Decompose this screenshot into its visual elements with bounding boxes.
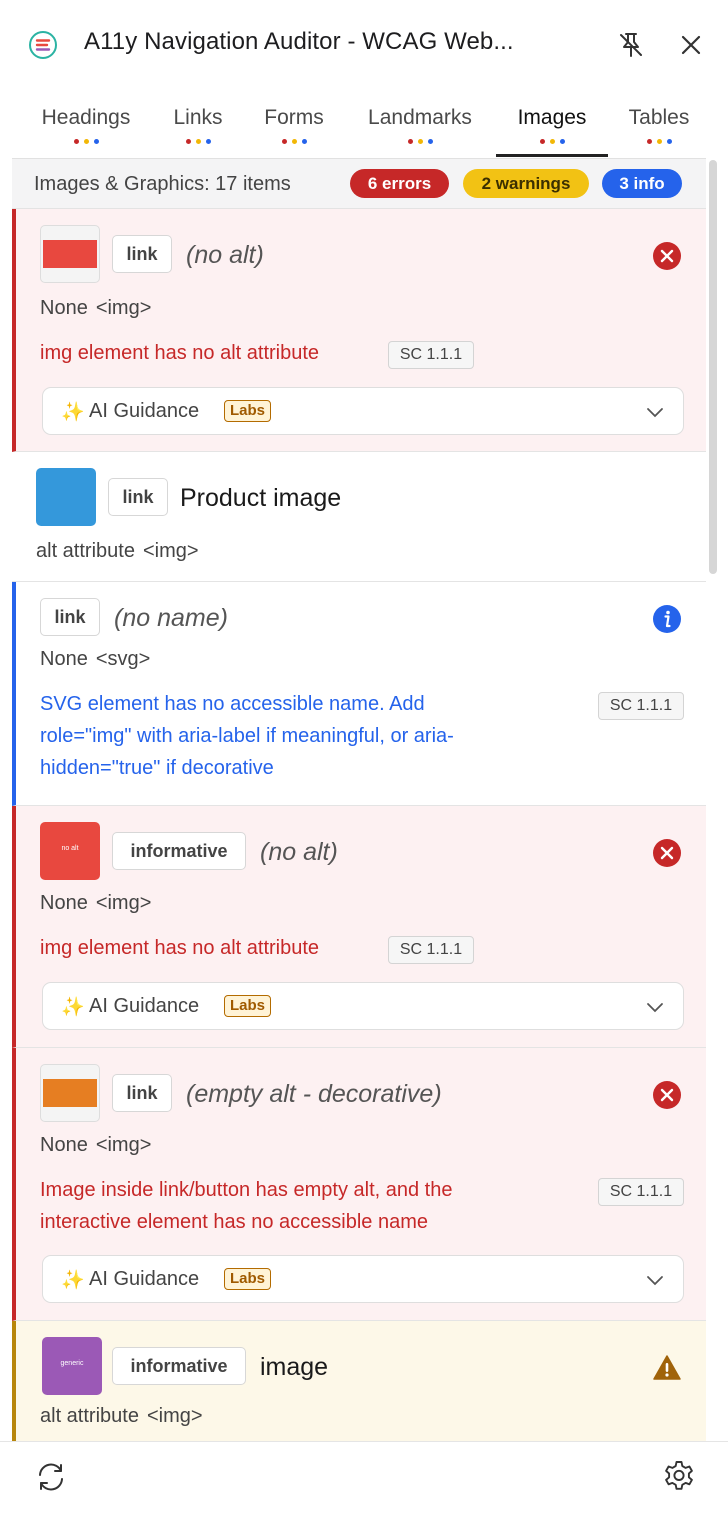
image-thumbnail xyxy=(36,468,96,526)
role-tag: link xyxy=(112,235,172,273)
sparkle-icon: ✨ xyxy=(61,402,85,423)
warning-count-badge[interactable]: 2 warnings xyxy=(463,169,589,198)
tab-links[interactable]: Links xyxy=(160,96,236,156)
error-count-badge[interactable]: 6 errors xyxy=(350,169,449,198)
issue-message: Image inside link/button has empty alt, … xyxy=(40,1179,453,1233)
tab-landmarks[interactable]: Landmarks xyxy=(352,96,488,156)
list-logo-icon xyxy=(29,31,57,59)
tab-bar: Headings Links Forms Landmarks Images Ta… xyxy=(0,96,728,158)
footer xyxy=(0,1441,728,1520)
ai-guidance-toggle[interactable]: ✨ AI Guidance Labs xyxy=(42,387,684,435)
item-name: Product image xyxy=(180,484,342,512)
item-meta: alt attribute <img> xyxy=(36,540,199,562)
item-meta: alt attribute <img> xyxy=(40,1405,203,1427)
sc-reference: SC 1.1.1 xyxy=(598,692,684,720)
labs-badge: Labs xyxy=(224,1268,272,1290)
list-item[interactable]: link (no name) None <svg> SVG element has… xyxy=(12,582,706,806)
ai-guidance-toggle[interactable]: ✨ AI Guidance Labs xyxy=(42,982,684,1030)
labs-badge: Labs xyxy=(224,995,272,1017)
results-panel: Images & Graphics: 17 items 6 errors 2 w… xyxy=(12,158,706,1441)
tab-tables[interactable]: Tables xyxy=(618,96,700,156)
warning-icon xyxy=(653,1355,681,1380)
info-count-badge[interactable]: 3 info xyxy=(602,169,682,198)
severity-dots xyxy=(618,139,700,144)
labs-badge: Labs xyxy=(224,400,272,422)
sparkle-icon: ✨ xyxy=(61,1270,85,1291)
item-meta: None <svg> xyxy=(40,648,151,670)
issue-message: img element has no alt attribute xyxy=(40,937,320,959)
list-item[interactable]: link Product image alt attribute <img> xyxy=(12,452,706,582)
item-name: (no name) xyxy=(114,604,228,632)
gear-icon[interactable] xyxy=(662,1459,696,1493)
role-tag: link xyxy=(40,598,100,636)
error-icon xyxy=(653,1081,681,1109)
issue-message: SVG element has no accessible name. Add … xyxy=(40,693,454,779)
summary-bar: Images & Graphics: 17 items 6 errors 2 w… xyxy=(12,159,706,209)
info-icon xyxy=(653,605,681,633)
sc-reference: SC 1.1.1 xyxy=(598,1178,684,1206)
tab-forms[interactable]: Forms xyxy=(254,96,334,156)
image-thumbnail xyxy=(40,225,100,283)
chevron-down-icon xyxy=(647,1276,663,1286)
active-tab-indicator xyxy=(496,154,608,157)
role-tag: link xyxy=(108,478,168,516)
list-item[interactable]: generic informative image alt attribute <… xyxy=(12,1321,706,1441)
error-icon xyxy=(653,839,681,867)
severity-dots xyxy=(254,139,334,144)
chevron-down-icon xyxy=(647,408,663,418)
severity-dots xyxy=(30,139,142,144)
list-item[interactable]: link (empty alt - decorative) None <img> … xyxy=(12,1048,706,1321)
issue-message: img element has no alt attribute xyxy=(40,342,320,364)
close-icon[interactable] xyxy=(674,28,708,62)
sparkle-icon: ✨ xyxy=(61,997,85,1018)
item-name: (no alt) xyxy=(186,241,264,269)
tab-images[interactable]: Images xyxy=(496,96,608,156)
unpin-icon[interactable] xyxy=(614,28,648,62)
sc-reference: SC 1.1.1 xyxy=(388,936,474,964)
image-thumbnail: generic xyxy=(42,1337,102,1395)
severity-dots xyxy=(160,139,236,144)
header: A11y Navigation Auditor - WCAG Web... xyxy=(0,0,728,88)
scrollbar[interactable] xyxy=(709,160,717,574)
image-thumbnail: no alt xyxy=(40,822,100,880)
ai-guidance-toggle[interactable]: ✨ AI Guidance Labs xyxy=(42,1255,684,1303)
role-tag: informative xyxy=(112,832,246,870)
tab-headings[interactable]: Headings xyxy=(30,96,142,156)
item-name: image xyxy=(260,1353,329,1381)
item-name: (empty alt - decorative) xyxy=(186,1080,442,1108)
item-meta: None <img> xyxy=(40,1134,152,1156)
sc-reference: SC 1.1.1 xyxy=(388,341,474,369)
severity-dots xyxy=(352,139,488,144)
role-tag: informative xyxy=(112,1347,246,1385)
page-title: A11y Navigation Auditor - WCAG Web... xyxy=(84,28,514,55)
list-item[interactable]: no alt informative (no alt) None <img> im… xyxy=(12,806,706,1048)
role-tag: link xyxy=(112,1074,172,1112)
severity-dots xyxy=(496,139,608,144)
image-thumbnail xyxy=(40,1064,100,1122)
chevron-down-icon xyxy=(647,1003,663,1013)
item-meta: None <img> xyxy=(40,297,152,319)
refresh-icon[interactable] xyxy=(34,1460,68,1494)
list-item[interactable]: link (no alt) None <img> img element has … xyxy=(12,209,706,452)
item-name: (no alt) xyxy=(260,838,338,866)
summary-count: Images & Graphics: 17 items xyxy=(34,173,291,195)
error-icon xyxy=(653,242,681,270)
item-meta: None <img> xyxy=(40,892,152,914)
